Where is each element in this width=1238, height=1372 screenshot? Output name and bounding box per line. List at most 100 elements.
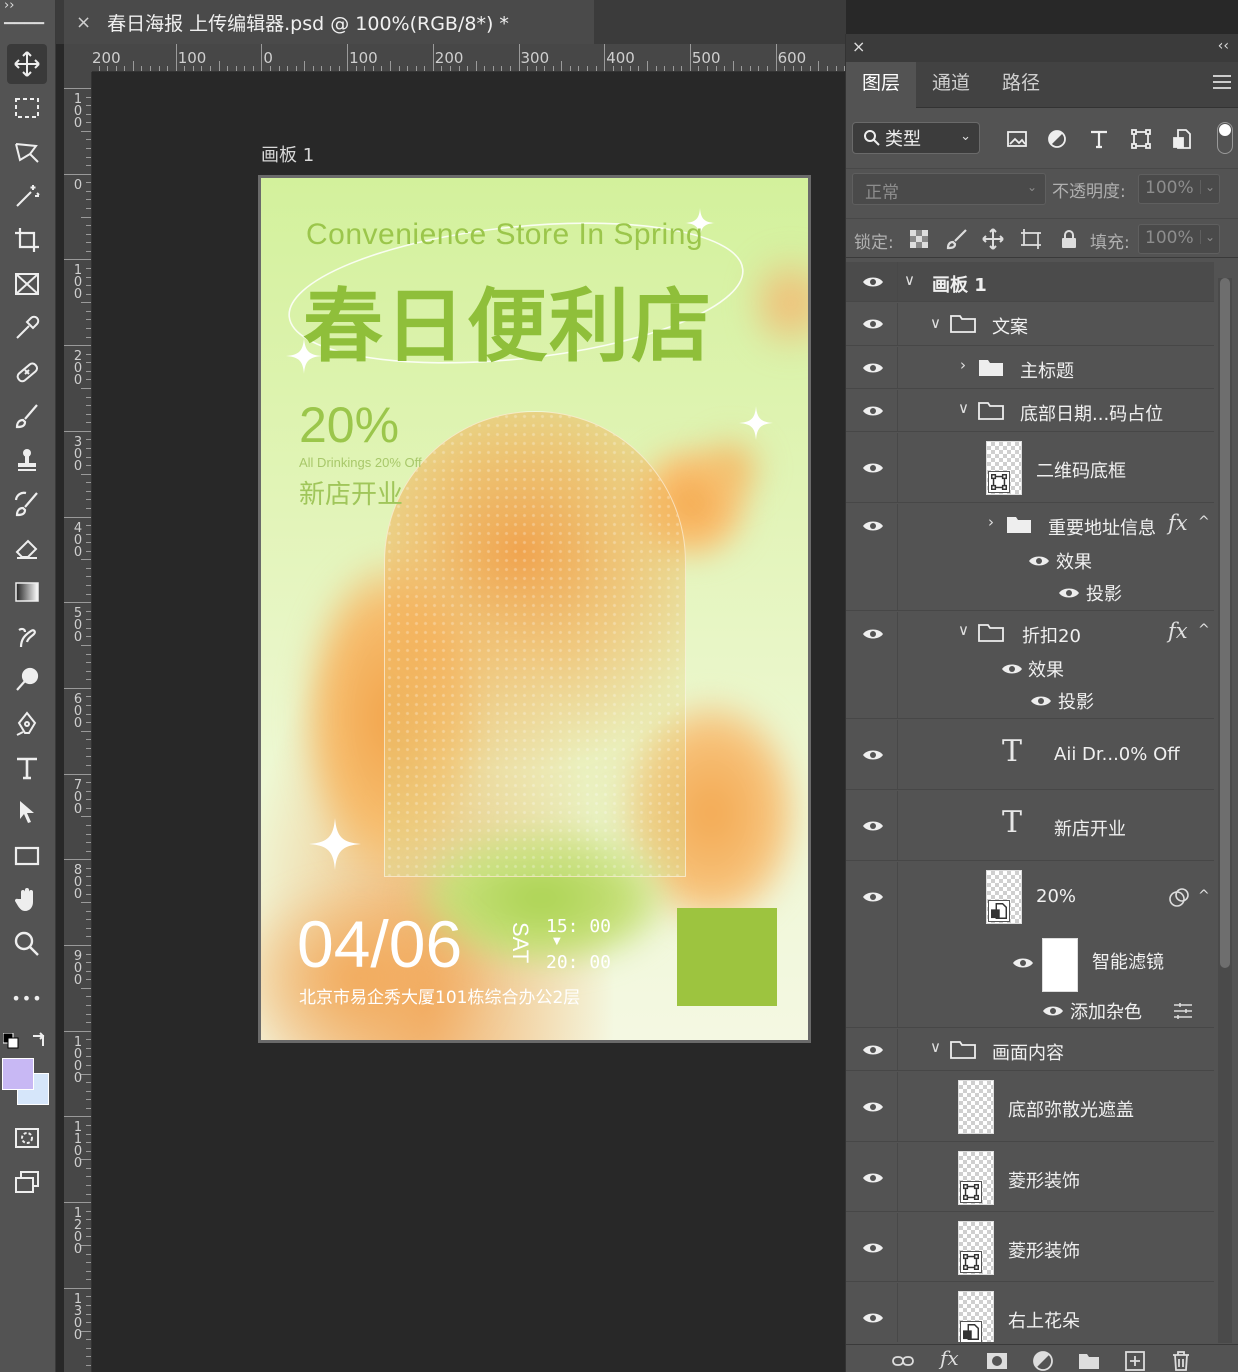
visibility-toggle[interactable]: [846, 347, 898, 388]
add-style-icon[interactable]: fx: [940, 1346, 959, 1370]
lock-transparent-icon[interactable]: [908, 228, 930, 250]
close-panel-icon[interactable]: ×: [852, 37, 865, 56]
fx-icon[interactable]: fx: [1168, 619, 1188, 643]
more-tools[interactable]: •••: [7, 978, 47, 1018]
tab-channels[interactable]: 通道: [916, 62, 986, 108]
scrollbar-thumb[interactable]: [1220, 278, 1230, 968]
tab-layers[interactable]: 图层: [846, 62, 916, 108]
layer-row[interactable]: 右上花朵: [846, 1283, 1214, 1342]
new-layer-icon[interactable]: [1124, 1350, 1146, 1372]
layer-row[interactable]: T 新店开业: [846, 791, 1214, 861]
visibility-toggle[interactable]: [846, 262, 898, 301]
lock-position-icon[interactable]: [982, 228, 1004, 250]
layer-row[interactable]: › 主标题: [846, 347, 1214, 389]
clone-stamp-tool[interactable]: [7, 440, 47, 480]
filter-smart-object-button[interactable]: [1170, 126, 1196, 152]
eye-icon[interactable]: [1042, 1004, 1064, 1018]
eye-icon[interactable]: [1030, 694, 1052, 708]
horizontal-ruler[interactable]: 200 100 0 100 200 300 400 500 600: [64, 44, 846, 72]
add-mask-icon[interactable]: [986, 1350, 1008, 1372]
eye-icon[interactable]: [1012, 956, 1034, 970]
marquee-tool[interactable]: [7, 88, 47, 128]
default-colors-icon[interactable]: [3, 1033, 19, 1049]
disclosure-icon[interactable]: ›: [988, 513, 994, 531]
filter-type-button[interactable]: [1086, 126, 1112, 152]
filter-shape-button[interactable]: [1128, 126, 1154, 152]
eye-icon[interactable]: [1028, 554, 1050, 568]
disclosure-icon[interactable]: ∨: [930, 1038, 941, 1056]
type-tool[interactable]: [7, 748, 47, 788]
eye-icon[interactable]: [1058, 586, 1080, 600]
artboard-label[interactable]: 画板 1: [261, 141, 314, 167]
new-group-icon[interactable]: [1078, 1350, 1100, 1372]
gradient-tool[interactable]: [7, 572, 47, 612]
eyedropper-tool[interactable]: [7, 308, 47, 348]
smart-filter-mask-thumbnail[interactable]: [1042, 938, 1078, 992]
layer-row[interactable]: T Aii Dr...0% Off: [846, 720, 1214, 790]
visibility-toggle[interactable]: [846, 1213, 898, 1281]
visibility-toggle[interactable]: [846, 862, 898, 1027]
visibility-toggle[interactable]: [846, 303, 898, 345]
zoom-tool[interactable]: [7, 924, 47, 964]
layer-row[interactable]: ∨ 底部日期...码占位: [846, 390, 1214, 432]
filter-kind-select[interactable]: 类型 ⌄: [852, 122, 980, 154]
visibility-toggle[interactable]: [846, 791, 898, 860]
disclosure-icon[interactable]: ›: [960, 356, 966, 374]
opacity-input[interactable]: 100% ⌄: [1138, 174, 1220, 204]
move-tool[interactable]: [7, 44, 47, 84]
tab-paths[interactable]: 路径: [986, 62, 1056, 108]
visibility-toggle[interactable]: [846, 390, 898, 431]
layer-row[interactable]: ∨ 画面内容: [846, 1029, 1214, 1071]
disclosure-icon[interactable]: ∨: [958, 621, 969, 639]
fx-icon[interactable]: fx: [1168, 511, 1188, 535]
filter-adjustment-button[interactable]: [1044, 126, 1070, 152]
screen-mode-button[interactable]: [7, 1162, 47, 1202]
quick-mask-button[interactable]: [7, 1118, 47, 1158]
visibility-toggle[interactable]: [846, 612, 898, 718]
history-brush-tool[interactable]: [7, 484, 47, 524]
layer-row[interactable]: › 重要地址信息 fx ^ 效果 投影: [846, 504, 1214, 611]
panel-menu-icon[interactable]: [1213, 75, 1231, 93]
caret-up-icon[interactable]: ^: [1198, 888, 1210, 904]
caret-up-icon[interactable]: ^: [1198, 622, 1210, 638]
layer-row[interactable]: 底部弥散光遮盖: [846, 1072, 1214, 1142]
filter-pixel-button[interactable]: [1004, 126, 1030, 152]
blend-mode-select[interactable]: 正常 ⌄: [852, 173, 1046, 205]
frame-tool[interactable]: [7, 264, 47, 304]
hand-tool[interactable]: [7, 880, 47, 920]
layers-scrollbar[interactable]: [1218, 278, 1232, 1343]
toolbar-grip[interactable]: ›› ▁▁▁▁: [0, 0, 56, 34]
eraser-tool[interactable]: [7, 528, 47, 568]
brush-tool[interactable]: [7, 396, 47, 436]
new-adjustment-icon[interactable]: [1032, 1350, 1054, 1372]
document-tab[interactable]: × 春日海报 上传编辑器.psd @ 100%(RGB/8*) *: [64, 0, 594, 44]
disclosure-icon[interactable]: ∨: [930, 314, 941, 332]
visibility-toggle[interactable]: [846, 720, 898, 789]
healing-brush-tool[interactable]: [7, 352, 47, 392]
layer-row[interactable]: 菱形装饰: [846, 1143, 1214, 1212]
layer-row[interactable]: 菱形装饰: [846, 1213, 1214, 1282]
pen-tool[interactable]: [7, 704, 47, 744]
filter-options-icon[interactable]: [1172, 1002, 1194, 1020]
collapse-panel-icon[interactable]: ‹‹: [1218, 38, 1229, 54]
dodge-tool[interactable]: [7, 660, 47, 700]
close-tab-icon[interactable]: ×: [76, 12, 91, 33]
crop-tool[interactable]: [7, 220, 47, 260]
vertical-ruler[interactable]: 100 0 100 200 300 400 500 600 700 800 900 1000 1100 1…: [64, 72, 92, 1372]
visibility-toggle[interactable]: [846, 1143, 898, 1211]
lock-artboard-icon[interactable]: [1020, 228, 1042, 250]
layer-row[interactable]: ∨ 折扣20 fx ^ 效果 投影: [846, 612, 1214, 719]
lock-all-icon[interactable]: [1058, 228, 1080, 250]
foreground-color-swatch[interactable]: [2, 1058, 34, 1090]
delete-layer-icon[interactable]: [1170, 1350, 1192, 1372]
link-layers-icon[interactable]: [892, 1350, 914, 1372]
visibility-toggle[interactable]: [846, 1283, 898, 1342]
lasso-tool[interactable]: [7, 132, 47, 172]
filter-toggle-switch[interactable]: [1217, 122, 1233, 154]
fill-input[interactable]: 100% ⌄: [1138, 224, 1220, 254]
layer-row[interactable]: 20% ^ 智能滤镜 添加杂色: [846, 862, 1214, 1028]
path-selection-tool[interactable]: [7, 792, 47, 832]
layer-row[interactable]: ∨ 文案: [846, 303, 1214, 346]
eye-icon[interactable]: [1001, 662, 1023, 676]
poster-artboard[interactable]: Convenience Store In Spring 春日便利店 20% Al…: [258, 175, 811, 1043]
